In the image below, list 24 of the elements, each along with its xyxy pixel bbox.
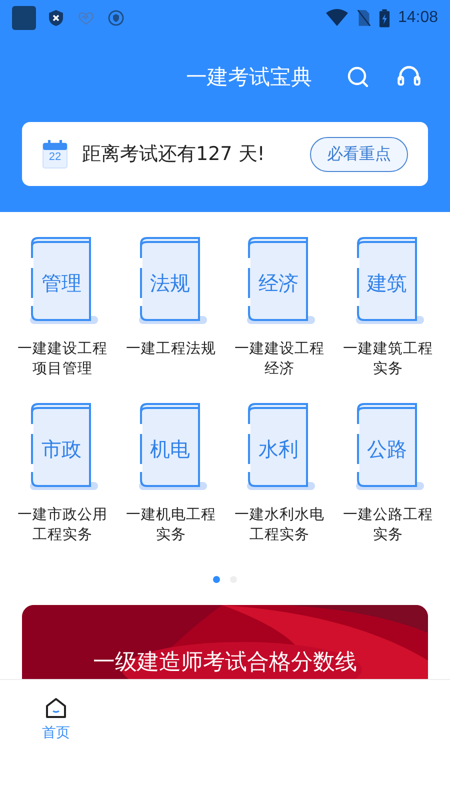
no-sim-icon	[356, 9, 371, 27]
banner-title: 一级建造师考试合格分数线	[93, 649, 357, 677]
subject-label[interactable]: 一建机电工程实务	[122, 506, 219, 546]
subject-label[interactable]: 一建工程法规	[122, 340, 219, 380]
subject-label[interactable]: 一建建设工程经济	[231, 340, 328, 380]
shield-icon	[48, 9, 64, 27]
heart-icon	[76, 10, 96, 26]
app-icon	[12, 6, 36, 30]
subject-label[interactable]: 一建水利水电工程实务	[231, 506, 328, 546]
subject-label[interactable]: 一建市政公用工程实务	[14, 506, 110, 546]
app-title: 一建考试宝典	[186, 64, 312, 91]
status-time: 14:08	[398, 9, 438, 27]
search-icon[interactable]	[346, 65, 370, 89]
battery-icon	[378, 8, 390, 28]
countdown-text: 距离考试还有127 天!	[82, 142, 266, 167]
home-icon	[44, 696, 68, 720]
nav-tab[interactable]: 首页	[0, 680, 112, 800]
key-points-button[interactable]: 必看重点	[310, 136, 408, 172]
subject-label[interactable]: 一建公路工程实务	[340, 506, 436, 546]
shield-icon	[108, 10, 124, 26]
subject-label[interactable]: 一建建筑工程实务	[340, 340, 436, 380]
wifi-icon	[324, 9, 349, 27]
subject-label[interactable]: 一建建设工程项目管理	[14, 340, 110, 380]
banner[interactable]: 一级建造师考试合格分数线	[22, 605, 428, 679]
